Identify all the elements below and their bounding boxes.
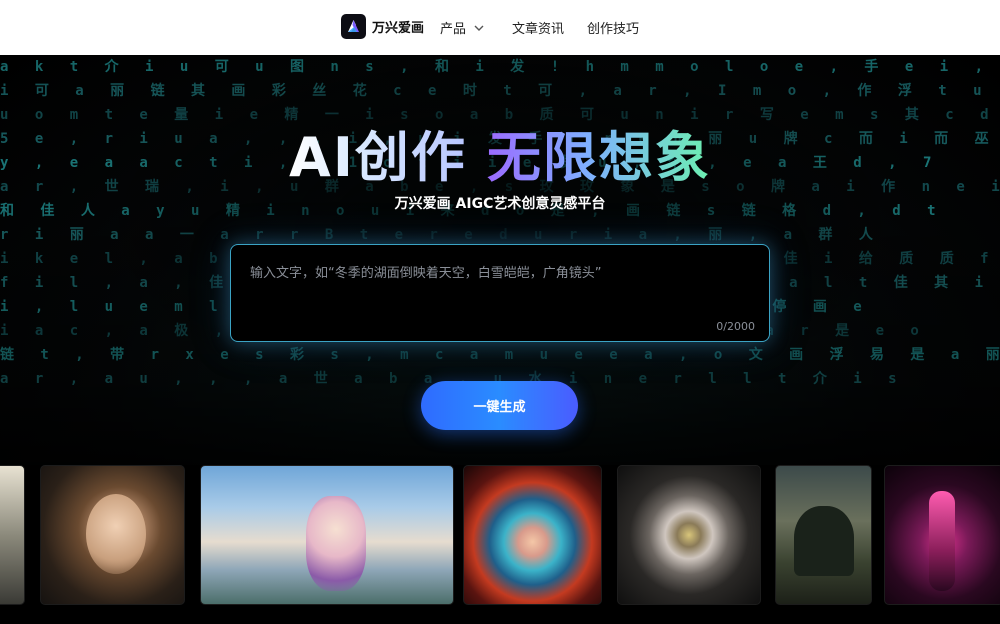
headline-part-b: 无限想象 [486,126,711,189]
hero-subtitle: 万兴爱画 AIGC艺术创意灵感平台 [394,196,606,212]
portrait-face-shape [86,494,146,574]
char-counter: 0/2000 [716,320,755,333]
tree-shape [794,506,854,576]
neon-figure-shape [929,491,955,591]
brand-name: 万兴爱画 [372,21,425,36]
prompt-input[interactable]: 输入文字，如“冬季的湖面倒映着天空，白雪皑皑，广角镜头” 0/2000 [230,244,770,342]
nav-products-label: 产品 [440,22,467,37]
anime-figure-shape [306,496,366,591]
nav-tips-label: 创作技巧 [587,22,640,37]
nav-products[interactable]: 产品 [440,18,485,37]
nav-articles[interactable]: 文章资讯 [512,18,564,37]
top-nav: 万兴爱画 产品 文章资讯 创作技巧 [0,0,1000,55]
hero-headline: AI创作 无限想象 [0,113,1000,192]
gallery-item[interactable] [775,465,872,605]
generate-button[interactable]: 一键生成 [421,381,578,430]
brand[interactable]: 万兴爱画 [341,14,424,39]
gallery-item[interactable] [884,465,1000,605]
gallery-item[interactable] [40,465,185,605]
gallery-item[interactable] [200,465,454,605]
brand-logo-icon [341,14,366,39]
nav-articles-label: 文章资讯 [512,22,565,37]
gallery-strip [0,465,1000,624]
gallery-item[interactable] [0,465,25,605]
gallery-item[interactable] [463,465,602,605]
headline-part-a: AI创作 [289,126,467,189]
gallery-item[interactable] [617,465,761,605]
chevron-down-icon [474,25,484,31]
prompt-placeholder: 输入文字，如“冬季的湖面倒映着天空，白雪皑皑，广角镜头” [250,266,602,281]
nav-tips[interactable]: 创作技巧 [587,18,639,37]
hero-section: a k t 介 i u 可 u 图 n s , 和 i 发 ! h m m o … [0,55,1000,465]
